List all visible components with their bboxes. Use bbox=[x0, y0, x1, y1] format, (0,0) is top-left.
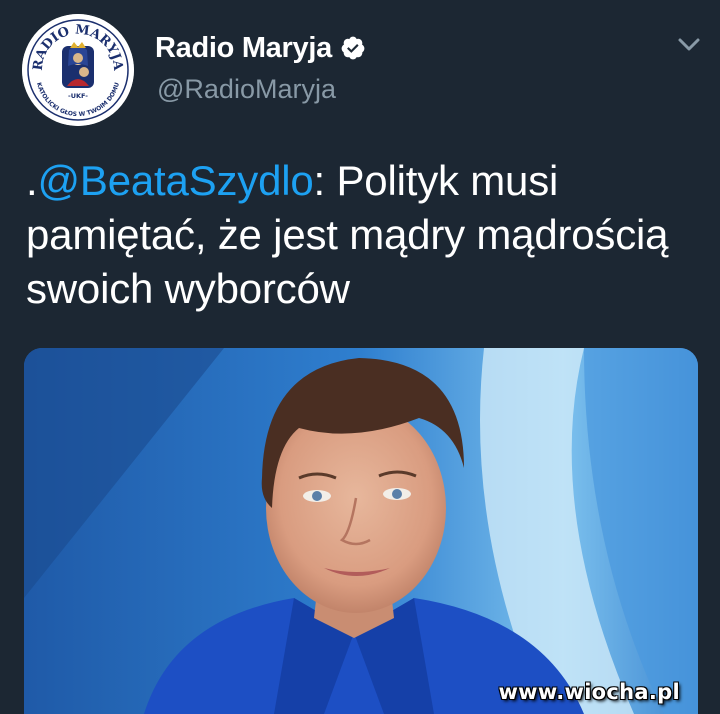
mention-link[interactable]: @BeataSzydlo bbox=[37, 157, 313, 204]
chevron-down-icon[interactable] bbox=[672, 30, 706, 60]
watermark: www.wiocha.pl bbox=[498, 680, 680, 704]
tweet-media-photo[interactable]: www.wiocha.pl bbox=[24, 348, 698, 714]
tweet-text-prefix: . bbox=[26, 157, 38, 204]
portrait-photo bbox=[24, 348, 698, 714]
author-name-row: Radio Maryja bbox=[155, 28, 366, 68]
avatar-badge: -UKF- bbox=[68, 92, 88, 100]
author-handle[interactable]: @RadioMaryja bbox=[157, 74, 336, 105]
verified-badge-icon bbox=[340, 35, 366, 61]
tweet-card: RADIO MARYJA KATOLICKI GŁOS W TWOIM DOMU… bbox=[0, 0, 720, 714]
author-avatar[interactable]: RADIO MARYJA KATOLICKI GŁOS W TWOIM DOMU… bbox=[22, 14, 134, 126]
author-display-name[interactable]: Radio Maryja bbox=[155, 32, 332, 65]
madonna-icon bbox=[62, 42, 94, 88]
tweet-text: .@BeataSzydlo: Polityk musi pamiętać, że… bbox=[26, 154, 696, 316]
radio-maryja-logo: RADIO MARYJA KATOLICKI GŁOS W TWOIM DOMU… bbox=[22, 14, 134, 126]
